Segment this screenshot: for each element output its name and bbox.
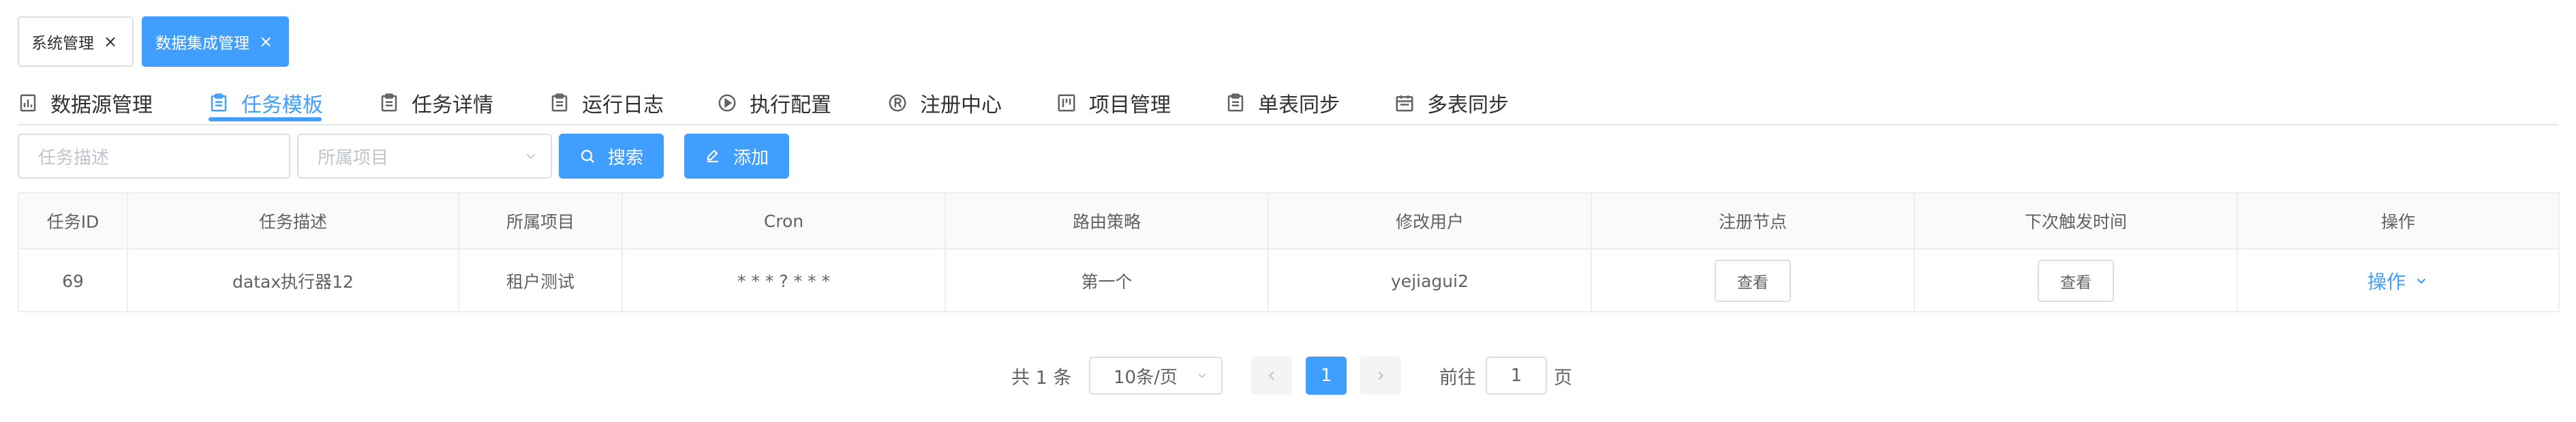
- table-row: 69 datax执行器12 租户测试 * * * ? * * * 第一个 yej…: [19, 250, 2558, 312]
- task-table: 任务ID 任务描述 所属项目 Cron 路由策略 修改用户 注册节点 下次触发时…: [18, 192, 2560, 312]
- chevron-right-icon: [1378, 371, 1384, 380]
- calendar-icon: [1396, 95, 1413, 112]
- operations-dropdown[interactable]: 操作: [2367, 267, 2429, 295]
- nav-divider: [18, 124, 2558, 125]
- cell-task-desc: datax执行器12: [128, 250, 459, 312]
- nav-item-label: 任务模板: [241, 93, 323, 117]
- nav-item-single-sync[interactable]: 单表同步: [1225, 80, 1340, 125]
- nav-item-label: 多表同步: [1427, 93, 1509, 117]
- chevron-down-icon: [1198, 373, 1206, 378]
- nav-item-multi-sync[interactable]: 多表同步: [1394, 80, 1509, 125]
- open-tab-label: 系统管理: [31, 35, 94, 52]
- search-icon: [581, 149, 594, 163]
- registered-icon: [889, 94, 906, 112]
- page-number-current[interactable]: 1: [1306, 357, 1347, 395]
- task-desc-placeholder: 任务描述: [38, 147, 110, 168]
- nav-item-label: 任务详情: [412, 93, 493, 117]
- nav-item-label: 单表同步: [1258, 93, 1340, 117]
- cell-operations: 操作: [2238, 250, 2558, 312]
- board-icon: [1058, 94, 1075, 112]
- operations-label: 操作: [2367, 271, 2406, 293]
- open-tab-system-management[interactable]: 系统管理 ×: [18, 16, 134, 67]
- prev-page-button[interactable]: [1251, 357, 1292, 395]
- clipboard-icon: [381, 93, 397, 112]
- cell-project: 租户测试: [459, 250, 623, 312]
- page-unit-label: 页: [1554, 367, 1572, 389]
- nav-item-task-detail[interactable]: 任务详情: [379, 80, 493, 125]
- table-header: 任务ID 任务描述 所属项目 Cron 路由策略 修改用户 注册节点 下次触发时…: [19, 194, 2558, 250]
- project-select[interactable]: 所属项目: [297, 134, 552, 179]
- open-tab-data-integration[interactable]: 数据集成管理 ×: [142, 16, 290, 67]
- nav-item-run-log[interactable]: 运行日志: [549, 80, 664, 125]
- add-button[interactable]: 添加: [684, 134, 789, 179]
- page-size-select[interactable]: 10条/页: [1089, 357, 1223, 395]
- clipboard-icon: [1227, 93, 1244, 112]
- task-desc-input[interactable]: 任务描述: [18, 134, 290, 179]
- pagination-total: 共 1 条: [1011, 367, 1072, 389]
- nav-item-label: 项目管理: [1089, 93, 1171, 117]
- column-header: 任务描述: [128, 194, 459, 248]
- column-header: 操作: [2380, 212, 2415, 232]
- module-nav: 数据源管理 任务模板 任务详情 运行日志 执行配置 注册中心 项目管理 单表同步…: [18, 80, 2558, 125]
- goto-label: 前往: [1439, 367, 1476, 389]
- chart-icon: [20, 94, 36, 112]
- chevron-left-icon: [1268, 371, 1274, 380]
- nav-item-datasource[interactable]: 数据源管理: [18, 80, 153, 125]
- cell-cron: * * * ? * * *: [623, 250, 946, 312]
- edit-icon: [707, 149, 718, 163]
- column-header: 所属项目: [459, 194, 623, 248]
- column-header: 路由策略: [946, 194, 1269, 248]
- chevron-down-icon: [526, 153, 536, 160]
- next-page-button[interactable]: [1360, 357, 1401, 395]
- goto-page-input[interactable]: 1: [1486, 357, 1547, 395]
- cell-registry-node: 查看: [1592, 250, 1915, 312]
- nav-item-label: 数据源管理: [50, 93, 153, 117]
- active-tab-indicator: [209, 117, 322, 121]
- add-button-label: 添加: [733, 147, 769, 168]
- cell-next-trigger: 查看: [1915, 250, 2238, 312]
- search-button[interactable]: 搜索: [559, 134, 664, 179]
- column-header: 下次触发时间: [1915, 194, 2238, 248]
- clipboard-icon: [551, 93, 568, 112]
- column-header: 任务ID: [19, 194, 128, 248]
- page-size-value: 10条/页: [1114, 367, 1178, 388]
- play-circle-icon: [718, 94, 736, 112]
- nav-item-project[interactable]: 项目管理: [1056, 80, 1171, 125]
- project-placeholder: 所属项目: [318, 147, 389, 168]
- cell-modify-user: yejiagui2: [1269, 250, 1592, 312]
- nav-item-label: 运行日志: [582, 93, 664, 117]
- nav-item-exec-config[interactable]: 执行配置: [717, 80, 831, 125]
- view-registry-node-button[interactable]: 查看: [1715, 260, 1791, 302]
- column-header: 修改用户: [1269, 194, 1592, 248]
- nav-item-registry[interactable]: 注册中心: [887, 80, 1002, 125]
- nav-item-label: 执行配置: [750, 93, 831, 117]
- cell-task-id: 69: [19, 250, 128, 312]
- clipboard-icon: [211, 93, 227, 112]
- column-header: 注册节点: [1592, 194, 1915, 248]
- chevron-down-icon: [2417, 278, 2426, 284]
- nav-item-label: 注册中心: [920, 93, 1002, 117]
- close-icon[interactable]: ×: [259, 33, 273, 50]
- close-icon[interactable]: ×: [104, 33, 117, 50]
- open-tab-label: 数据集成管理: [155, 35, 250, 52]
- column-header: Cron: [623, 194, 946, 248]
- view-next-trigger-button[interactable]: 查看: [2038, 260, 2114, 302]
- open-tabs-bar: 系统管理 × 数据集成管理 ×: [18, 16, 290, 67]
- cell-route-strategy: 第一个: [946, 250, 1269, 312]
- search-button-label: 搜索: [607, 147, 643, 168]
